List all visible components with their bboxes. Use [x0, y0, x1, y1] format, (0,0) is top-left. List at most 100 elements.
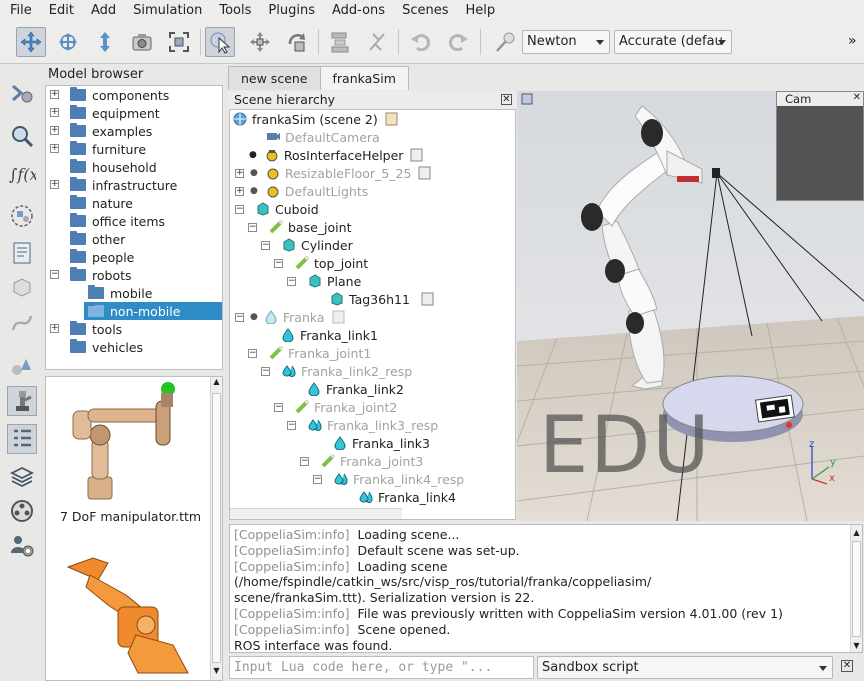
scene-item-cuboid[interactable]: − Cuboid: [235, 200, 319, 218]
scrollbar-thumb[interactable]: [852, 541, 861, 637]
menu-simulation[interactable]: Simulation: [123, 3, 209, 18]
tab-new-scene[interactable]: new scene: [228, 66, 321, 90]
tree-item-infrastructure[interactable]: + infrastructure: [50, 176, 177, 194]
script-target-select[interactable]: Sandbox script: [537, 656, 833, 679]
collections-button[interactable]: [7, 201, 37, 231]
collapse-icon[interactable]: −: [50, 270, 59, 279]
simulation-settings-button[interactable]: [7, 78, 37, 108]
collapse-icon[interactable]: −: [235, 312, 244, 322]
scene-item-top-joint[interactable]: − top_joint: [274, 254, 368, 272]
collapse-icon[interactable]: −: [248, 348, 257, 358]
scene-item-defaultlights[interactable]: + ● DefaultLights: [235, 182, 368, 200]
hierarchy-h-scrollbar[interactable]: [230, 508, 402, 519]
scene-item-franka-link2-resp[interactable]: − Franka_link2_resp: [261, 362, 412, 380]
scene-item-franka-joint1[interactable]: − Franka_joint1: [248, 344, 371, 362]
expand-icon[interactable]: +: [235, 168, 244, 178]
scene-viewport[interactable]: EDU z y x Cam ✕: [517, 91, 864, 521]
toolbar-overflow-button[interactable]: »: [848, 33, 857, 49]
object-rotate-button[interactable]: [282, 27, 312, 57]
shape-edit-button[interactable]: [7, 272, 37, 302]
close-icon[interactable]: ✕: [853, 92, 861, 103]
collapse-icon[interactable]: −: [287, 276, 296, 286]
scene-item-franka-joint3[interactable]: − Franka_joint3: [300, 452, 423, 470]
assemble-button[interactable]: [325, 27, 355, 57]
model-thumbnail-7dof[interactable]: 7 DoF manipulator.ttm: [48, 379, 208, 529]
scene-hierarchy-toggle[interactable]: [7, 386, 37, 416]
expand-icon[interactable]: +: [50, 144, 59, 153]
click-select-button[interactable]: [205, 27, 235, 57]
collapse-icon[interactable]: −: [261, 366, 270, 376]
menu-help[interactable]: Help: [455, 3, 502, 18]
tree-item-mobile[interactable]: mobile: [88, 284, 152, 302]
scene-item-defaultcamera[interactable]: DefaultCamera: [266, 128, 380, 146]
selection-button[interactable]: [7, 121, 37, 151]
scene-item-rosinterfacehelper[interactable]: ● RosInterfaceHelper: [249, 146, 428, 164]
collapse-icon[interactable]: −: [300, 456, 309, 466]
tree-item-office-items[interactable]: office items: [50, 212, 165, 230]
calculation-modules-button[interactable]: ∫f(x): [7, 159, 37, 189]
menu-add[interactable]: Add: [81, 3, 123, 18]
expand-icon[interactable]: +: [50, 108, 59, 117]
scene-item-franka-link2[interactable]: Franka_link2: [307, 380, 404, 398]
model-thumbnail-industrial-robot[interactable]: [48, 555, 208, 680]
layers-toggle[interactable]: [7, 424, 37, 454]
scroll-up-icon[interactable]: ▲: [852, 525, 861, 539]
expand-icon[interactable]: +: [235, 186, 244, 196]
tree-item-robots[interactable]: − robots: [50, 266, 132, 284]
expand-icon[interactable]: +: [50, 126, 59, 135]
expand-icon[interactable]: +: [50, 180, 59, 189]
tree-item-people[interactable]: people: [50, 248, 134, 266]
tree-item-other[interactable]: other: [50, 230, 125, 248]
tree-item-nature[interactable]: nature: [50, 194, 133, 212]
tree-item-household[interactable]: household: [50, 158, 157, 176]
tree-item-examples[interactable]: + examples: [50, 122, 152, 140]
scene-item-franka-link1[interactable]: Franka_link1: [281, 326, 378, 344]
tree-item-equipment[interactable]: + equipment: [50, 104, 160, 122]
scene-item-franka-link3[interactable]: Franka_link3: [333, 434, 430, 452]
close-icon[interactable]: ✕: [501, 94, 512, 105]
camera-shift-button[interactable]: [90, 27, 120, 57]
menu-tools[interactable]: Tools: [209, 3, 258, 18]
camera-opening-button[interactable]: [127, 27, 157, 57]
expand-icon[interactable]: +: [50, 90, 59, 99]
scene-item-franka-link4[interactable]: Franka_link4: [359, 488, 456, 506]
undo-button[interactable]: [406, 27, 436, 57]
collapse-icon[interactable]: −: [248, 222, 257, 232]
tree-item-components[interactable]: + components: [50, 86, 169, 104]
thumbnails-scrollbar[interactable]: ▲ ▼: [210, 377, 222, 680]
scene-item-tag36h11[interactable]: Tag36h11: [330, 290, 439, 308]
scene-item-franka-link4-resp[interactable]: − Franka_link4_resp: [313, 470, 464, 488]
menu-file[interactable]: File: [0, 3, 39, 18]
scene-item-franka-joint2[interactable]: − Franka_joint2: [274, 398, 397, 416]
path-edit-button[interactable]: [7, 308, 37, 338]
collapse-icon[interactable]: −: [235, 204, 244, 214]
scene-item-plane[interactable]: − Plane: [287, 272, 361, 290]
tree-item-vehicles[interactable]: vehicles: [50, 338, 143, 356]
model-browser-toggle[interactable]: [7, 351, 37, 381]
scene-item-cylinder[interactable]: − Cylinder: [261, 236, 353, 254]
scene-item-base-joint[interactable]: − base_joint: [248, 218, 351, 236]
scene-item-franka[interactable]: − ● Franka: [235, 308, 350, 326]
tree-item-furniture[interactable]: + furniture: [50, 140, 146, 158]
scripts-button[interactable]: [7, 238, 37, 268]
user-settings-button[interactable]: [7, 531, 37, 561]
redo-button[interactable]: [443, 27, 473, 57]
scene-item-root[interactable]: frankaSim (scene 2): [233, 110, 403, 128]
collapse-icon[interactable]: −: [287, 420, 296, 430]
fit-to-view-button[interactable]: [164, 27, 194, 57]
tab-frankasim[interactable]: frankaSim: [319, 66, 409, 90]
accuracy-select[interactable]: Accurate (defau: [614, 30, 732, 54]
menu-addons[interactable]: Add-ons: [322, 3, 392, 18]
menu-scenes[interactable]: Scenes: [392, 3, 455, 18]
physics-engine-select[interactable]: Newton: [522, 30, 610, 54]
scrollbar-thumb[interactable]: [212, 393, 221, 663]
scene-item-franka-link3-resp[interactable]: − Franka_link3_resp: [287, 416, 438, 434]
layers-button[interactable]: [7, 462, 37, 492]
expand-icon[interactable]: +: [50, 324, 59, 333]
collapse-icon[interactable]: −: [274, 258, 283, 268]
lua-command-input[interactable]: Input Lua code here, or type "...: [229, 656, 534, 679]
object-shift-button[interactable]: [245, 27, 275, 57]
menu-plugins[interactable]: Plugins: [258, 3, 322, 18]
menu-edit[interactable]: Edit: [39, 3, 81, 18]
scroll-up-icon[interactable]: ▲: [212, 377, 221, 391]
